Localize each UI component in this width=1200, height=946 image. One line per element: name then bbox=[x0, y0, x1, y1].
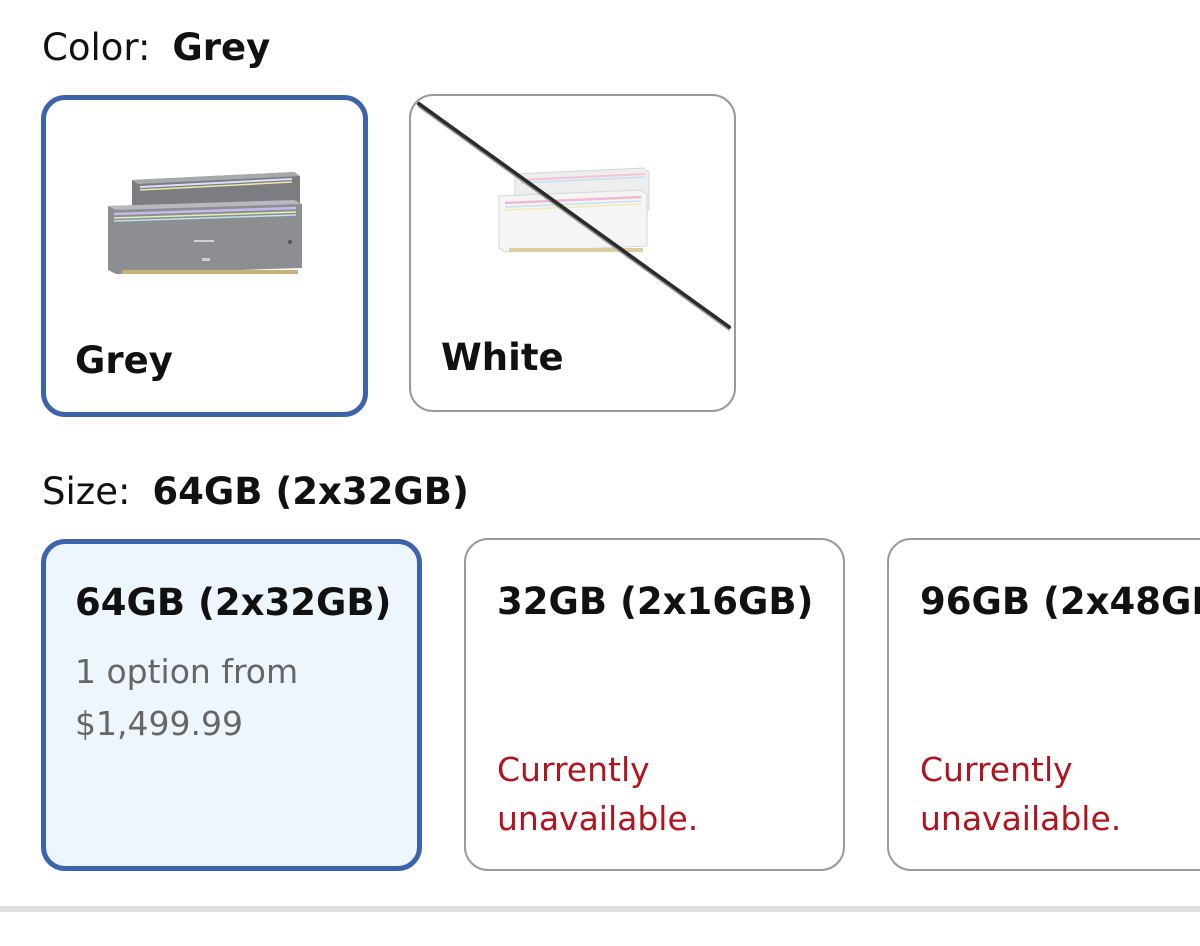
unavailable-text: Currently bbox=[497, 750, 650, 789]
color-option-label: Grey bbox=[75, 339, 173, 382]
size-option-title: 64GB (2x32GB) bbox=[75, 581, 392, 624]
size-option-64gb[interactable]: 64GB (2x32GB) 1 option from $1,499.99 bbox=[41, 539, 422, 871]
section-divider bbox=[0, 906, 1200, 912]
size-option-32gb[interactable]: 32GB (2x16GB) Currently unavailable. bbox=[464, 538, 845, 871]
size-option-price: $1,499.99 bbox=[75, 704, 243, 743]
color-selector-label: Color: Grey bbox=[42, 26, 270, 70]
size-selector-label: Size: 64GB (2x32GB) bbox=[42, 470, 469, 514]
size-option-availability: 1 option from bbox=[75, 652, 299, 691]
color-label-text: Color: bbox=[42, 26, 151, 69]
unavailable-text: unavailable. bbox=[920, 799, 1122, 838]
size-option-title: 32GB (2x16GB) bbox=[497, 580, 814, 623]
product-variant-selector: Color: Grey Grey White Size: 64GB (2x32G… bbox=[0, 0, 1200, 946]
ram-module-grey-icon bbox=[108, 172, 302, 274]
ram-module-white-icon bbox=[498, 167, 650, 253]
size-option-title: 96GB (2x48GB) bbox=[920, 580, 1200, 623]
selected-size-value: 64GB (2x32GB) bbox=[152, 470, 469, 513]
color-option-label: White bbox=[441, 336, 564, 379]
unavailable-text: Currently bbox=[920, 750, 1073, 789]
color-option-white[interactable]: White bbox=[409, 94, 736, 412]
selected-color-value: Grey bbox=[172, 26, 271, 69]
color-option-grey[interactable]: Grey bbox=[41, 95, 368, 417]
size-option-96gb[interactable]: 96GB (2x48GB) Currently unavailable. bbox=[887, 538, 1200, 871]
size-label-text: Size: bbox=[42, 470, 131, 513]
unavailable-text: unavailable. bbox=[497, 799, 699, 838]
